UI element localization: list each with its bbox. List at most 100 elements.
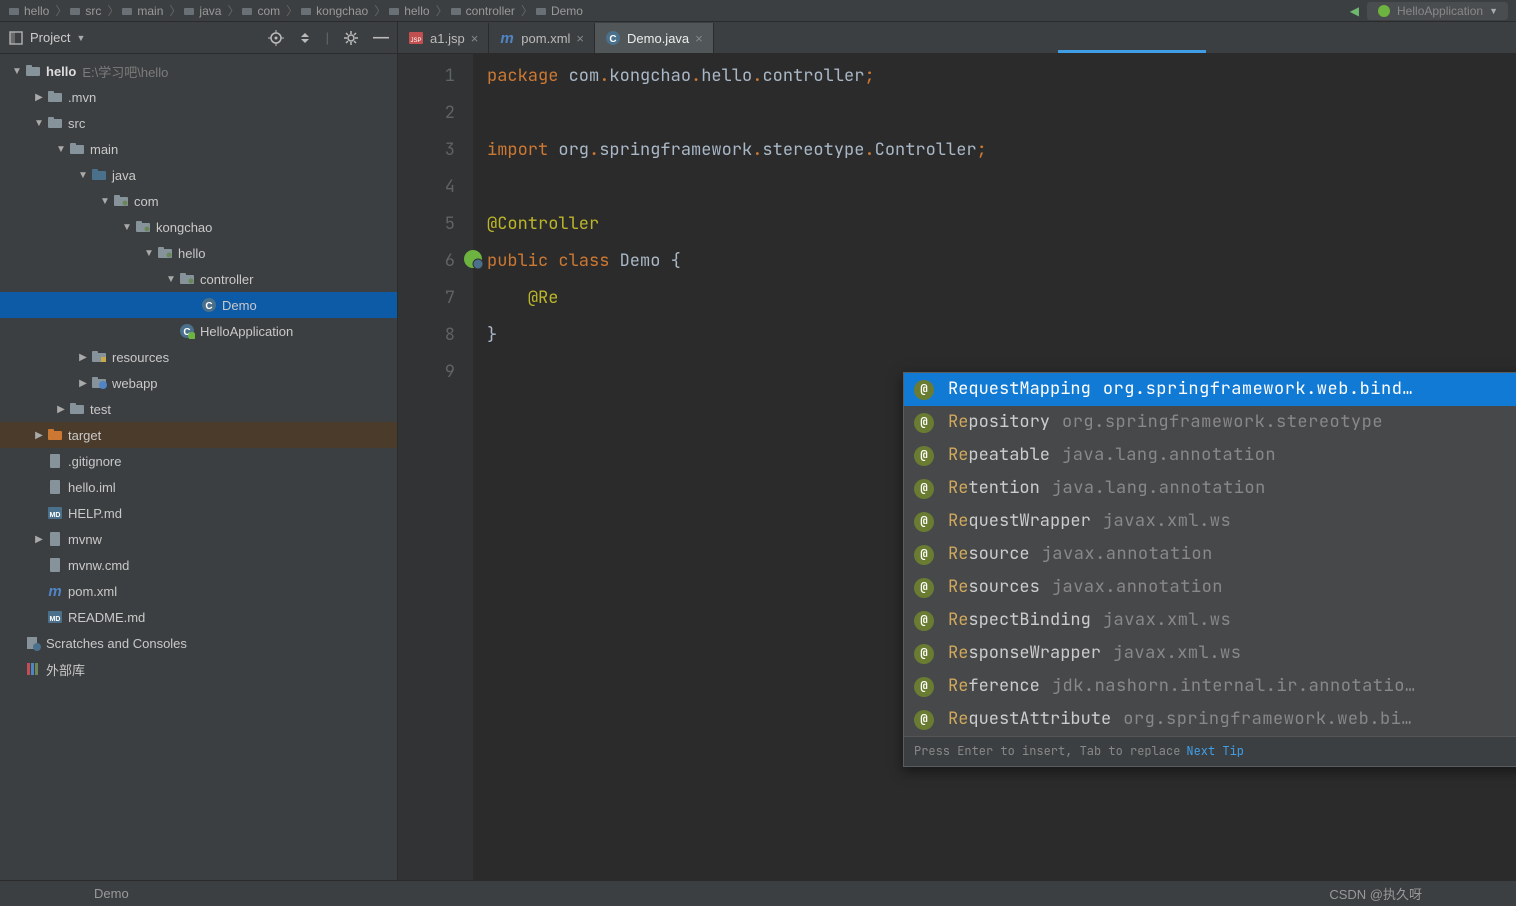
completion-item[interactable]: @RequestAttributeorg.springframework.web… [904, 703, 1516, 736]
breadcrumb-item[interactable]: kongchao [300, 4, 368, 18]
active-tab-underline [1058, 50, 1206, 53]
breadcrumb-item[interactable]: Demo [535, 4, 583, 18]
tree-item-pomxml[interactable]: mpom.xml [0, 578, 397, 604]
completion-item[interactable]: @RespectBindingjavax.xml.ws [904, 604, 1516, 637]
expand-icon[interactable]: ▶ [32, 92, 46, 103]
completion-item[interactable]: @Repeatablejava.lang.annotation [904, 439, 1516, 472]
expand-icon[interactable]: ▶ [76, 378, 90, 389]
tree-item-readmemd[interactable]: MDREADME.md [0, 604, 397, 630]
close-icon[interactable]: × [695, 31, 703, 46]
chevron-down-icon[interactable]: ▼ [76, 33, 85, 43]
nav-back-icon[interactable]: ◀ [1350, 4, 1359, 18]
tree-item-webapp[interactable]: ▶webapp [0, 370, 397, 396]
tree-item-scratchesandconsoles[interactable]: Scratches and Consoles [0, 630, 397, 656]
completion-item[interactable]: @Repositoryorg.springframework.stereotyp… [904, 406, 1516, 439]
expand-icon[interactable]: ▶ [32, 534, 46, 545]
project-tool-window: Project ▼ | — ▼helloE:\学习吧\hello▶.mvn▼sr… [0, 22, 398, 880]
annotation-icon: @ [914, 710, 934, 730]
expand-icon[interactable]: ▼ [164, 274, 178, 285]
tree-item-main[interactable]: ▼main [0, 136, 397, 162]
completion-name: sponseWrapper [968, 635, 1101, 672]
breadcrumb-item[interactable]: java [183, 4, 221, 18]
expand-icon[interactable]: ▶ [76, 352, 90, 363]
close-icon[interactable]: × [576, 31, 584, 46]
completion-item[interactable]: @Resourcesjavax.annotation [904, 571, 1516, 604]
completion-package: org.springframework.web.bind… [1103, 373, 1413, 408]
expand-icon[interactable]: ▶ [54, 404, 68, 415]
tree-label: hello [46, 64, 76, 79]
next-tip-link[interactable]: Next Tip [1186, 733, 1244, 770]
divider: | [326, 30, 329, 45]
project-tree[interactable]: ▼helloE:\学习吧\hello▶.mvn▼src▼main▼java▼co… [0, 54, 397, 880]
gutter: 123456789 [398, 54, 473, 880]
tree-label: hello.iml [68, 480, 116, 495]
folder-res-icon [90, 350, 108, 364]
tree-item-hello[interactable]: ▼ hello E:\学习吧\hello [0, 58, 397, 84]
tree-item-resources[interactable]: ▶resources [0, 344, 397, 370]
tab-a1-jsp[interactable]: JSPa1.jsp× [398, 23, 489, 53]
tree-item-hello[interactable]: ▼hello [0, 240, 397, 266]
tree-item-helpmd[interactable]: MDHELP.md [0, 500, 397, 526]
hide-icon[interactable]: — [373, 29, 389, 47]
breadcrumb-item[interactable]: controller [450, 4, 515, 18]
tree-item-kongchao[interactable]: ▼kongchao [0, 214, 397, 240]
breadcrumb-item[interactable]: main [121, 4, 163, 18]
completion-item[interactable]: @Referencejdk.nashorn.internal.ir.annota… [904, 670, 1516, 703]
expand-icon[interactable]: ▼ [98, 196, 112, 207]
completion-name: questAttribute [968, 701, 1111, 736]
svg-text:C: C [205, 301, 212, 312]
expand-icon[interactable]: ▼ [10, 66, 24, 77]
breadcrumb-item[interactable]: hello [388, 4, 429, 18]
completion-name: peatable [968, 437, 1050, 474]
breadcrumb-item[interactable]: src [69, 4, 101, 18]
expand-icon[interactable]: ▼ [76, 170, 90, 181]
completion-item[interactable]: @Resourcejavax.annotation [904, 538, 1516, 571]
project-header: Project ▼ | — [0, 22, 397, 54]
tree-path: E:\学习吧\hello [82, 62, 168, 81]
package-icon [178, 272, 196, 286]
tab-label: Demo.java [627, 31, 689, 46]
tree-item-demo[interactable]: CDemo [0, 292, 397, 318]
tree-item-helloiml[interactable]: hello.iml [0, 474, 397, 500]
close-icon[interactable]: × [471, 31, 479, 46]
breadcrumb-item[interactable]: com [241, 4, 280, 18]
completion-item[interactable]: @Retentionjava.lang.annotation [904, 472, 1516, 505]
folder-icon [68, 142, 86, 156]
project-view-label[interactable]: Project [30, 30, 70, 45]
tree-item-gitignore[interactable]: .gitignore [0, 448, 397, 474]
expand-icon[interactable]: ▼ [120, 222, 134, 233]
locate-icon[interactable] [268, 30, 284, 46]
expand-icon[interactable]: ▼ [54, 144, 68, 155]
annotation-icon: @ [914, 446, 934, 466]
tree-item-test[interactable]: ▶test [0, 396, 397, 422]
expand-icon[interactable]: ▼ [32, 118, 46, 129]
tree-item-mvn[interactable]: ▶.mvn [0, 84, 397, 110]
tab-Demo-java[interactable]: CDemo.java× [595, 23, 714, 53]
tree-item-helloapplication[interactable]: CHelloApplication [0, 318, 397, 344]
breadcrumb-item[interactable]: hello [8, 4, 49, 18]
completion-item[interactable]: @RequestWrapperjavax.xml.ws [904, 505, 1516, 538]
expand-icon[interactable]: ▼ [142, 248, 156, 259]
md-icon: MD [46, 609, 64, 625]
tree-item-java[interactable]: ▼java [0, 162, 397, 188]
tree-item-com[interactable]: ▼com [0, 188, 397, 214]
completion-package: java.lang.annotation [1062, 437, 1276, 474]
tab-pom-xml[interactable]: mpom.xml× [489, 23, 595, 53]
expand-icon[interactable]: ▶ [32, 430, 46, 441]
file-icon [46, 479, 64, 495]
tree-item-mvnw[interactable]: ▶mvnw [0, 526, 397, 552]
run-config-selector[interactable]: HelloApplication ▼ [1367, 2, 1508, 20]
tree-item-[interactable]: 外部库 [0, 656, 397, 682]
completion-name: questWrapper [968, 503, 1090, 540]
folder-web-icon [90, 376, 108, 390]
tree-item-mvnwcmd[interactable]: mvnw.cmd [0, 552, 397, 578]
tree-item-controller[interactable]: ▼controller [0, 266, 397, 292]
tree-item-src[interactable]: ▼ src [0, 110, 397, 136]
completion-item[interactable]: @ResponseWrapperjavax.xml.ws [904, 637, 1516, 670]
tree-item-target[interactable]: ▶target [0, 422, 397, 448]
status-bar: Demo CSDN @执久呀 [0, 880, 1516, 906]
tree-label: src [68, 116, 85, 131]
completion-item[interactable]: @RequestMappingorg.springframework.web.b… [904, 373, 1516, 406]
gear-icon[interactable] [343, 30, 359, 46]
expand-all-icon[interactable] [298, 31, 312, 45]
